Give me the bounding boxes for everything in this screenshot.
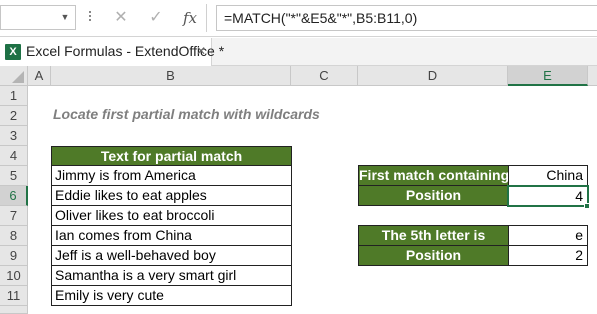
column-header-d[interactable]: D: [358, 66, 508, 86]
divider: [206, 4, 207, 32]
row-header-4[interactable]: 4: [0, 146, 28, 166]
position-result-cell[interactable]: 4: [507, 185, 589, 207]
position-label-cell[interactable]: Position: [358, 185, 509, 206]
list-item[interactable]: Jimmy is from America: [51, 165, 292, 186]
workbook-tab-bar: X Excel Formulas - ExtendOffice * ✕: [0, 38, 597, 66]
list-item[interactable]: Oliver likes to eat broccoli: [51, 205, 292, 226]
row-header-2[interactable]: 2: [0, 106, 28, 126]
list-item[interactable]: Ian comes from China: [51, 225, 292, 246]
row-header-1[interactable]: 1: [0, 86, 28, 106]
workbook-tab[interactable]: X Excel Formulas - ExtendOffice * ✕: [0, 38, 224, 66]
list-item[interactable]: Jeff is a well-behaved boy: [51, 245, 292, 266]
row-header-6[interactable]: 6: [0, 186, 28, 206]
name-box-dropdown-icon[interactable]: ▼: [58, 11, 72, 23]
lookup-label-cell[interactable]: First match containing: [358, 165, 509, 186]
fill-handle[interactable]: [584, 203, 590, 209]
sheet-subtitle: Locate first partial match with wildcard…: [53, 106, 320, 122]
workbook-title: Excel Formulas - ExtendOffice *: [26, 43, 225, 59]
cancel-icon[interactable]: ✕: [108, 6, 134, 30]
row-header-3[interactable]: 3: [0, 126, 28, 146]
excel-icon: X: [5, 44, 21, 60]
formula-input[interactable]: =MATCH("*"&E5&"*",B5:B11,0): [216, 5, 597, 31]
splitter-handle[interactable]: [88, 9, 92, 27]
list-item[interactable]: Eddie likes to eat apples: [51, 185, 292, 206]
row-header-10[interactable]: 10: [0, 266, 28, 286]
row-header-7[interactable]: 7: [0, 206, 28, 226]
formula-bar: ▼ ✕ ✓ fx =MATCH("*"&E5&"*",B5:B11,0): [0, 0, 597, 37]
letter-position-value-cell[interactable]: 2: [508, 245, 588, 266]
row-header-8[interactable]: 8: [0, 226, 28, 246]
column-header-c[interactable]: C: [291, 66, 358, 86]
letter-position-label-cell[interactable]: Position: [358, 245, 509, 266]
enter-icon[interactable]: ✓: [143, 6, 169, 30]
row-header-12[interactable]: [0, 306, 28, 314]
list-item[interactable]: Emily is very cute: [51, 285, 292, 306]
row-header-5[interactable]: 5: [0, 166, 28, 186]
row-header-11[interactable]: 11: [0, 286, 28, 306]
select-all-corner[interactable]: [0, 66, 28, 86]
column-header-f[interactable]: [588, 66, 597, 86]
insert-function-icon[interactable]: fx: [177, 6, 203, 30]
letter-value-cell[interactable]: e: [508, 225, 588, 246]
list-item[interactable]: Samantha is a very smart girl: [51, 265, 292, 286]
column-header-a[interactable]: A: [28, 66, 51, 86]
letter-label-cell[interactable]: The 5th letter is: [358, 225, 509, 246]
lookup-value-cell[interactable]: China: [508, 165, 588, 186]
list-header-cell[interactable]: Text for partial match: [51, 146, 292, 166]
row-header-9[interactable]: 9: [0, 246, 28, 266]
worksheet-grid: A B C D E 1 2 3 4 5 6 7 8 9 10 11 Locate…: [0, 66, 597, 314]
column-header-b[interactable]: B: [51, 66, 291, 86]
close-icon[interactable]: ✕: [196, 44, 206, 58]
column-header-e[interactable]: E: [508, 66, 588, 86]
